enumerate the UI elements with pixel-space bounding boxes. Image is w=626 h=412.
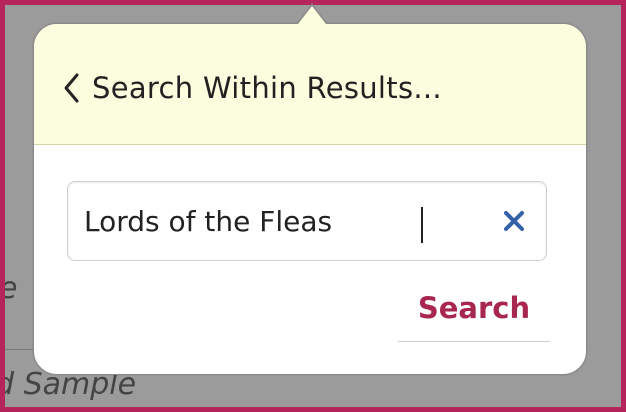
search-within-results-popover: Search Within Results... Search <box>33 23 587 375</box>
popover-arrow <box>298 6 326 24</box>
popover-title: Search Within Results... <box>92 71 442 105</box>
chevron-left-icon <box>64 73 79 103</box>
background-text: e <box>5 271 17 306</box>
popover-header: Search Within Results... <box>34 24 586 145</box>
search-button-underline <box>398 341 550 342</box>
search-button[interactable]: Search <box>398 276 550 340</box>
close-icon[interactable] <box>500 207 528 235</box>
text-caret <box>421 207 423 243</box>
search-input[interactable] <box>84 182 464 260</box>
back-button[interactable]: Search Within Results... <box>62 66 442 110</box>
search-field[interactable] <box>67 181 547 261</box>
